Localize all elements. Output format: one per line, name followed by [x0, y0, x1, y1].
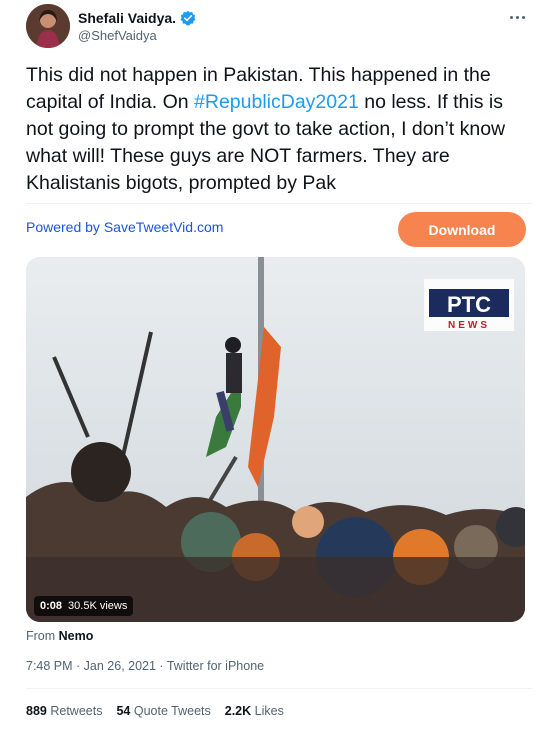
video-views: 30.5K views: [68, 600, 128, 612]
likes-stat[interactable]: 2.2K Likes: [225, 704, 284, 718]
divider: [26, 203, 532, 204]
tweet-card: Shefali Vaidya. @ShefVaidya This did not…: [8, 0, 546, 733]
more-options-icon[interactable]: [506, 8, 528, 26]
author-name-row[interactable]: Shefali Vaidya.: [78, 10, 196, 26]
verified-badge-icon: [180, 10, 196, 26]
source-prefix: From: [26, 629, 59, 643]
avatar[interactable]: [26, 4, 70, 48]
likes-label: Likes: [254, 704, 284, 718]
retweets-label: Retweets: [50, 704, 103, 718]
hashtag-link[interactable]: #RepublicDay2021: [194, 91, 359, 113]
retweets-stat[interactable]: 889 Retweets: [26, 704, 102, 718]
source-app-link[interactable]: Nemo: [59, 629, 94, 643]
quote-tweets-label: Quote Tweets: [133, 704, 211, 718]
video-player[interactable]: PTC NEWS: [26, 257, 525, 622]
author-display-name[interactable]: Shefali Vaidya.: [78, 10, 176, 26]
source-row: From Nemo: [26, 629, 93, 643]
engagement-stats: 889 Retweets 54 Quote Tweets 2.2K Likes: [26, 704, 284, 718]
video-duration-badge: 0:08 30.5K views: [34, 596, 134, 616]
video-duration: 0:08: [40, 600, 63, 612]
quote-tweets-count: 54: [116, 704, 131, 718]
tweet-text: This did not happen in Pakistan. This ha…: [26, 62, 526, 197]
watermark-ptc: PTC: [447, 292, 491, 317]
video-thumbnail: PTC NEWS: [26, 257, 525, 622]
watermark-news: NEWS: [448, 320, 490, 331]
author-handle[interactable]: @ShefVaidya: [78, 28, 157, 43]
likes-count: 2.2K: [224, 704, 252, 718]
powered-by-link[interactable]: Powered by SaveTweetVid.com: [26, 219, 223, 235]
quote-tweets-stat[interactable]: 54 Quote Tweets: [116, 704, 210, 718]
download-button[interactable]: Download: [398, 212, 526, 247]
ptc-news-watermark: PTC NEWS: [424, 279, 514, 331]
divider: [26, 688, 532, 689]
retweets-count: 889: [26, 704, 47, 718]
tweet-timestamp[interactable]: 7:48 PM · Jan 26, 2021 · Twitter for iPh…: [26, 659, 264, 673]
